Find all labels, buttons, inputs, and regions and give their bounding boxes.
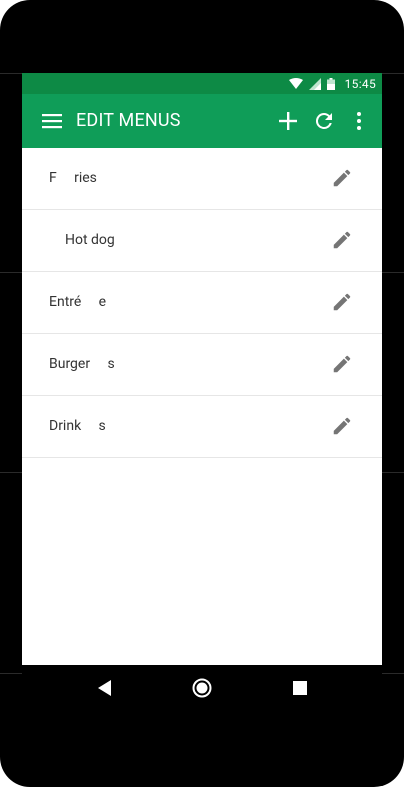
menu-list: F ries Hot dog Entré e Burger s Drink s [22, 148, 382, 458]
refresh-icon[interactable] [312, 109, 336, 133]
menu-item-label: F ries [49, 170, 97, 186]
wifi-icon [288, 77, 303, 89]
home-icon[interactable] [191, 677, 213, 699]
list-item[interactable]: F ries [22, 148, 382, 210]
status-bar: 15:45 [22, 73, 382, 94]
list-item[interactable]: Hot dog [22, 210, 382, 272]
frame-divider [0, 673, 22, 674]
list-item[interactable]: Burger s [22, 334, 382, 396]
frame-divider [382, 472, 404, 473]
edit-icon[interactable] [331, 229, 353, 251]
app-screen: 15:45 EDIT MENUS F ries Hot dog Entré e … [22, 73, 382, 665]
frame-divider [0, 472, 22, 473]
menu-icon[interactable] [40, 109, 64, 133]
menu-item-label: Entré e [49, 294, 107, 310]
menu-item-label: Hot dog [65, 232, 115, 248]
frame-divider [0, 73, 22, 74]
app-bar: EDIT MENUS [22, 94, 382, 148]
page-title: EDIT MENUS [76, 110, 181, 131]
add-icon[interactable] [276, 109, 300, 133]
list-item[interactable]: Entré e [22, 272, 382, 334]
status-time: 15:45 [344, 76, 376, 91]
edit-icon[interactable] [331, 291, 353, 313]
edit-icon[interactable] [331, 167, 353, 189]
battery-icon [326, 77, 335, 90]
menu-item-label: Drink s [49, 418, 106, 434]
menu-item-label: Burger s [49, 356, 115, 372]
frame-divider [382, 73, 404, 74]
list-item[interactable]: Drink s [22, 396, 382, 458]
frame-divider [0, 272, 22, 273]
navigation-bar [22, 665, 382, 711]
back-icon[interactable] [94, 677, 116, 699]
recents-icon[interactable] [289, 677, 311, 699]
more-vert-icon[interactable] [347, 109, 371, 133]
cell-signal-icon [308, 77, 321, 90]
frame-divider [382, 272, 404, 273]
edit-icon[interactable] [331, 415, 353, 437]
edit-icon[interactable] [331, 353, 353, 375]
frame-divider [382, 673, 404, 674]
